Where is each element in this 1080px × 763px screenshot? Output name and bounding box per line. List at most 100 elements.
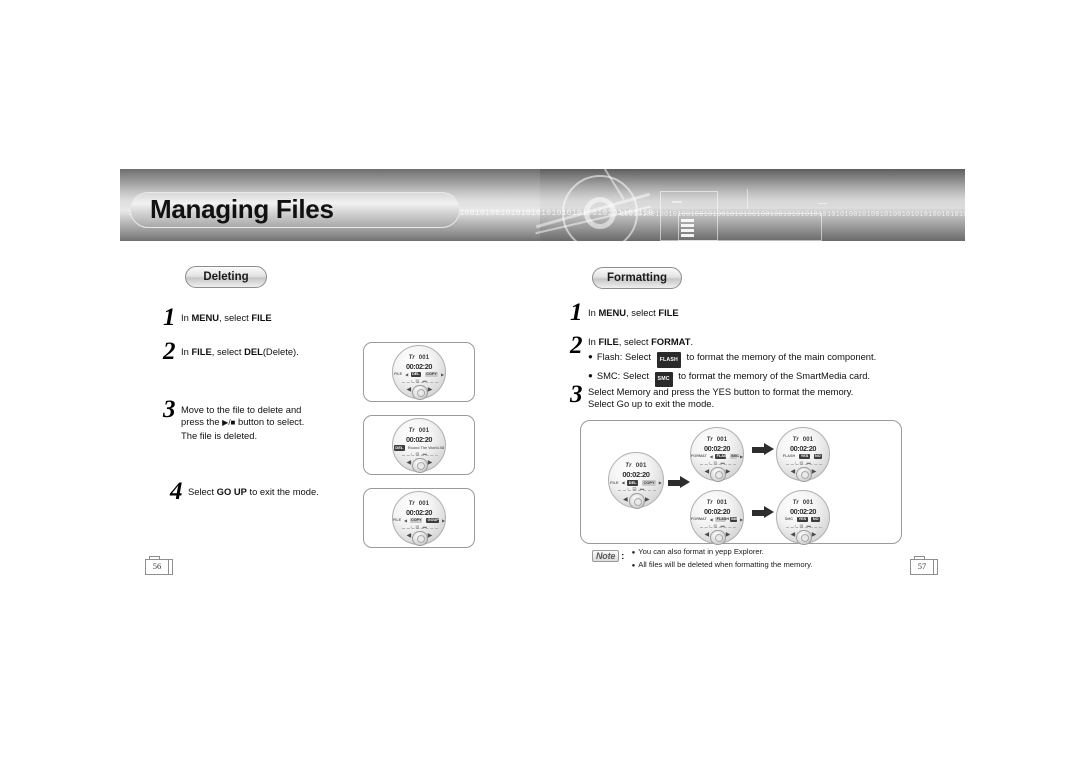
note-item-text: All files will be deleted when formattin… (638, 560, 813, 569)
arrow-head (680, 476, 690, 488)
banner-tick-vert (747, 189, 748, 209)
note-colon: : (621, 551, 625, 561)
right-step-3-number: 3 (570, 381, 583, 408)
note-item-text: You can also format in yepp Explorer. (638, 547, 764, 556)
device-1-player-arrow-left-icon: ◀ (405, 372, 409, 377)
banner-binary-strip-right: 1001010010010100100101001010100100100101… (620, 211, 965, 219)
device-2-player-time: 00:02:20 (405, 435, 433, 445)
left-step-3-line-1: Move to the file to delete and (181, 404, 302, 415)
device-3-player-track-label: Tr (408, 500, 415, 507)
flow-select-flash-player-track-label: Tr (706, 436, 713, 443)
flow-flash-confirm-player-chip-no: NO (813, 453, 823, 459)
b2: FILE (658, 307, 679, 318)
left-step-2-number: 2 (163, 338, 176, 365)
right-step-3-text: Select Memory and press the YES button t… (588, 383, 853, 411)
flow-arrow-3 (752, 506, 774, 519)
flow-select-smc-player-track-label: Tr (706, 499, 713, 506)
tab-side (934, 559, 938, 575)
flow-select-smc-player-jog-wheel (710, 529, 726, 545)
flow-smc-confirm-player-track-line: Tr 001 (777, 500, 829, 506)
b1: MENU (191, 312, 220, 323)
arrow-head (764, 443, 774, 455)
flow-select-flash-player-track-number: 001 (716, 436, 728, 443)
b2: DEL (244, 346, 263, 357)
flow-entry-player-status-icons: ♪ ▤ ▬ (626, 486, 646, 491)
flow-smc-confirm-player-track-label: Tr (792, 499, 799, 506)
banner-level-bar-4 (681, 234, 694, 237)
flow-smc-confirm-player-jog-wheel (796, 529, 812, 545)
device-3-player: Tr 001 00:02:20 FILE ◀ COPY GOUP ▶ ♪ ▤ ▬ ◀ ▶ (392, 491, 446, 546)
device-3-player-option-row: FILE ◀ COPY GOUP ▶ (393, 517, 445, 523)
b1: FILE (191, 346, 212, 357)
flow-entry-player-chip-copy: COPY (642, 479, 657, 486)
note-tag: Note (592, 550, 620, 562)
device-2-player-jog-left-icon: ◀ (406, 460, 411, 467)
flow-flash-confirm-player-track-number: 001 (802, 436, 814, 443)
flow-flash-confirm-player-mode-label: FLASH (782, 454, 796, 459)
t2: to exit the mode. (246, 486, 319, 497)
device-1-player-jog-right-icon: ▶ (427, 387, 433, 394)
play-stop-icon: ▶/■ (222, 418, 236, 428)
flow-select-smc-player-status-icons: ♪ ▤ ▬ (708, 522, 726, 528)
b1: FILE (598, 336, 619, 347)
b1: MENU (598, 307, 627, 318)
banner-level-bar-2 (681, 224, 694, 227)
banner-right-panel (535, 169, 965, 241)
left-step-1: 1 In MENU, select FILE (163, 304, 353, 331)
flow-entry-player-option-row: FILE ◀ DEL COPY ▶ (609, 479, 663, 486)
t: SMC: Select (596, 370, 652, 382)
flow-smc-confirm-player-mode-label: SMC (784, 517, 794, 522)
device-1-player: Tr 001 00:02:20 FILE ◀ DEL COPY ▶ ♪ ▤ ▬ ◀ ▶ (392, 345, 446, 400)
page-number-left: 56 (152, 561, 162, 571)
bullet-dot-icon: ● (631, 550, 636, 556)
device-2-player-title-text: Round The World-08 (407, 445, 445, 451)
left-step-3: 3 Move to the file to delete and press t… (163, 396, 353, 442)
flow-select-flash-player-chip-smc: SMC (729, 453, 740, 459)
flow-select-flash-player-mode-label: FORMAT (691, 454, 707, 459)
page-title: Managing Files (150, 194, 334, 224)
flow-entry-player-arrow-left-icon: ◀ (621, 480, 625, 486)
flow-select-smc-player-track-line: Tr 001 (691, 500, 743, 506)
left-step-1-number: 1 (163, 304, 176, 331)
flow-select-flash-player-status-icons: ♪ ▤ ▬ (708, 459, 726, 465)
left-step-3-number: 3 (163, 396, 176, 423)
right-step-3-line-1: Select Memory and press the YES button t… (588, 386, 854, 397)
bullet-flash-text: Flash: Select FLASH to format the memory… (597, 351, 876, 368)
device-2-player-track-label: Tr (408, 427, 415, 434)
device-3-player-status-icons: ♪ ▤ ▬ (410, 523, 428, 529)
device-3-player-jog-right-icon: ▶ (427, 533, 433, 540)
flow-select-smc-player-track-number: 001 (716, 499, 728, 506)
banner-hud-dash (672, 201, 682, 203)
flow-smc-confirm-player-jog-left-icon: ◀ (790, 532, 795, 539)
device-1-player-option-row: FILE ◀ DEL COPY ▶ (393, 371, 445, 377)
left-step-2-text: In FILE, select DEL(Delete). (181, 340, 299, 363)
flow-arrow-1 (668, 476, 690, 489)
flow-flash-confirm-player-track-label: Tr (792, 436, 799, 443)
left-step-4-text: Select GO UP to exit the mode. (188, 480, 319, 503)
flow-select-smc-player: Tr 001 00:02:20 FORMAT ◀ FLASH SMC ▶ ♪ ▤ ▬ ◀ ▶ (690, 490, 744, 545)
device-2-player-chip-del: DEL (393, 444, 405, 451)
t: press the (181, 416, 223, 428)
t2: , select (211, 346, 245, 357)
bullet-dot-icon: ● (588, 371, 593, 381)
device-1-player-track-line: Tr 001 (393, 355, 445, 361)
left-step-3-line-3: The file is deleted. (181, 429, 258, 441)
flow-smc-confirm-player-time: 00:02:20 (789, 507, 817, 517)
flow-select-smc-player-chip-smc: SMC (729, 516, 740, 522)
device-2-player-track-line: Tr 001 (393, 428, 445, 434)
right-step-1: 1 In MENU, select FILE (570, 300, 900, 325)
flow-flash-confirm-player-status-icons: ♪ ▤ ▬ (794, 459, 812, 465)
device-2-player-option-row: DEL Round The World-08 (393, 444, 445, 451)
device-1-player-jog-left-icon: ◀ (406, 387, 411, 394)
flow-entry-player-track-label: Tr (625, 462, 632, 469)
device-1-player-status-icons: ♪ ▤ ▬ (410, 377, 428, 383)
device-2-player-status-icons: ♪ ▤ ▬ (410, 450, 428, 456)
arrow-head (764, 506, 774, 518)
device-3-player-track-line: Tr 001 (393, 501, 445, 507)
device-3-player-time: 00:02:20 (405, 508, 433, 518)
b2: FILE (251, 312, 272, 323)
flow-smc-confirm-player: Tr 001 00:02:20 SMC YES NO ♪ ▤ ▬ ◀ ▶ (776, 490, 830, 545)
device-1-player-mode-label: FILE (394, 372, 403, 377)
t2: to format the memory of the SmartMedia c… (675, 370, 871, 382)
device-1-player-time: 00:02:20 (405, 362, 433, 372)
